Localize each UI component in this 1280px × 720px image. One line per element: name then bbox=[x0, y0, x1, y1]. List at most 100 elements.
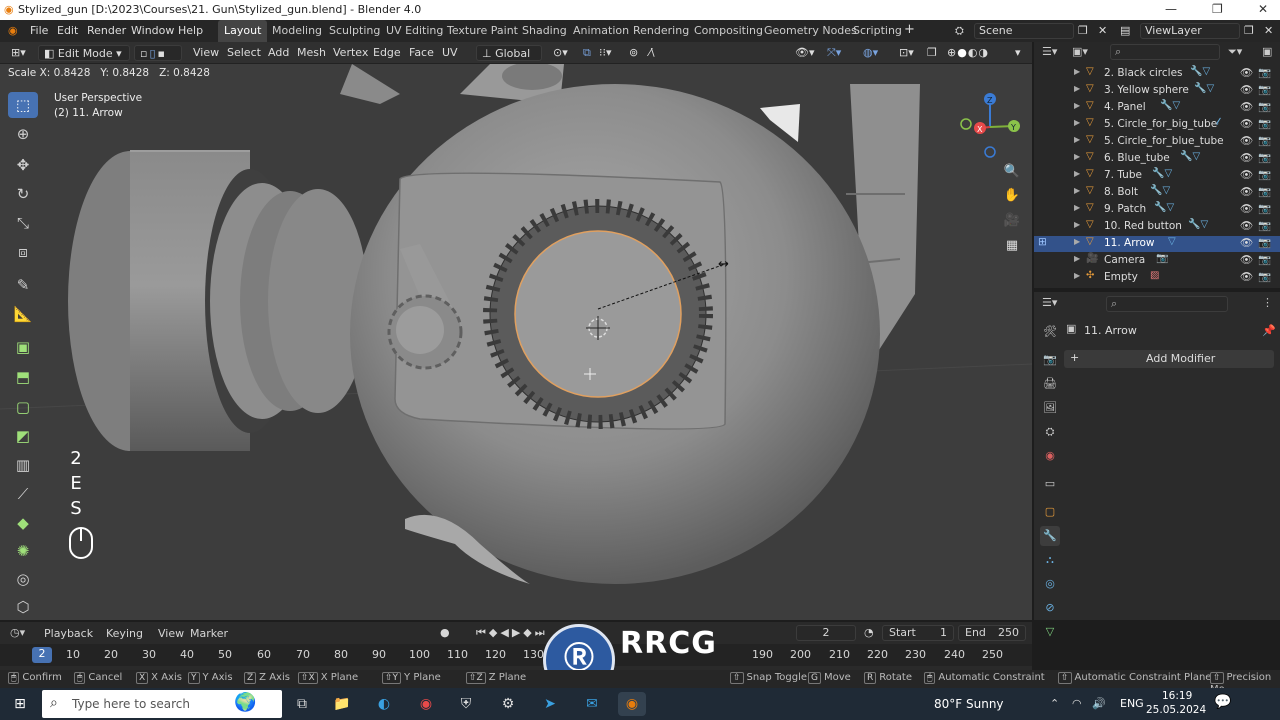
outliner-row[interactable]: ▶ ▽ 9. Patch 🔧▽ 👁 📷 bbox=[1034, 202, 1280, 218]
render-icon[interactable]: 📷 bbox=[1258, 117, 1271, 130]
zoom-icon[interactable]: 🔍 bbox=[1000, 160, 1024, 184]
properties-search-input[interactable]: ⌕ bbox=[1106, 296, 1228, 312]
cursor-tool[interactable]: ⊕ bbox=[8, 121, 38, 147]
menu-select[interactable]: Select bbox=[222, 45, 266, 61]
outliner-row[interactable]: ▶ 🎥 Camera 📷 👁 📷 bbox=[1034, 253, 1280, 269]
outliner-row[interactable]: ▶ ▽ 3. Yellow sphere 🔧▽ 👁 📷 bbox=[1034, 83, 1280, 99]
eye-icon[interactable]: 👁 bbox=[1240, 219, 1253, 232]
menu-keying[interactable]: Keying bbox=[106, 627, 143, 640]
outliner-row[interactable]: ▶ ▽ 7. Tube 🔧▽ 👁 📷 bbox=[1034, 168, 1280, 184]
shading-buttons[interactable]: ⊕●◐◑ bbox=[942, 45, 994, 61]
mesh-overlay-icon[interactable]: ⊡▾ bbox=[894, 45, 919, 61]
xray-icon[interactable]: ❐ bbox=[922, 45, 942, 61]
scene-selector[interactable]: Scene bbox=[974, 23, 1074, 39]
chrome-icon[interactable]: ◉ bbox=[412, 692, 440, 716]
poly-build-tool[interactable]: ◆ bbox=[8, 510, 38, 536]
outliner-search-input[interactable]: ⌕ bbox=[1110, 44, 1220, 60]
render-icon[interactable]: 📷 bbox=[1258, 66, 1271, 79]
bevel-tool[interactable]: ◩ bbox=[8, 423, 38, 449]
overlay-icon[interactable]: ◍▾ bbox=[858, 45, 883, 61]
notification-icon[interactable]: 💬 bbox=[1214, 694, 1231, 710]
eye-icon[interactable]: 👁 bbox=[1240, 83, 1253, 96]
menu-uv[interactable]: UV bbox=[437, 45, 463, 61]
outliner-row[interactable]: ▶ ▽ 5. Circle_for_blue_tube 👁 📷 bbox=[1034, 134, 1280, 150]
display-mode-icon[interactable]: ▣▾ bbox=[1072, 45, 1088, 58]
timeline-editor-icon[interactable]: ◷▾ bbox=[10, 626, 25, 639]
tool-tab-icon[interactable]: 🛠 bbox=[1040, 322, 1060, 342]
view-layer-tab-icon[interactable]: 🖼 bbox=[1040, 398, 1060, 418]
measure-tool[interactable]: 📐 bbox=[8, 301, 38, 327]
menu-edit[interactable]: Edit bbox=[57, 24, 78, 37]
select-box-tool[interactable]: ⬚ bbox=[8, 92, 38, 118]
menu-window[interactable]: Window bbox=[131, 24, 174, 37]
menu-playback[interactable]: Playback bbox=[44, 627, 93, 640]
outliner-row[interactable]: ▶ ▽ 2. Black circles 🔧▽ 👁 📷 bbox=[1034, 66, 1280, 82]
tab-animation[interactable]: Animation bbox=[567, 20, 635, 42]
tab-scripting[interactable]: Scripting bbox=[847, 20, 908, 42]
record-icon[interactable]: ● bbox=[440, 626, 450, 639]
edit-mode-icon[interactable]: ⊞ bbox=[1038, 236, 1047, 248]
add-modifier-button[interactable]: + Add Modifier bbox=[1064, 350, 1274, 368]
tab-uv-editing[interactable]: UV Editing bbox=[380, 20, 449, 42]
end-frame-field[interactable]: End 250 bbox=[958, 625, 1026, 641]
eye-icon[interactable]: 👁 bbox=[1240, 185, 1253, 198]
tab-texture-paint[interactable]: Texture Paint bbox=[441, 20, 524, 42]
start-frame-field[interactable]: Start 1 bbox=[882, 625, 954, 641]
smooth-tool[interactable]: ◎ bbox=[8, 566, 38, 592]
constraints-tab-icon[interactable]: ⊘ bbox=[1040, 598, 1060, 618]
outliner-row[interactable]: ▶ ▽ 5. Circle_for_big_tube 𝓁 👁 📷 bbox=[1034, 117, 1280, 133]
render-icon[interactable]: 📷 bbox=[1258, 168, 1271, 181]
tab-sculpting[interactable]: Sculpting bbox=[323, 20, 386, 42]
menu-render[interactable]: Render bbox=[87, 24, 126, 37]
visibility-icon[interactable]: 👁▾ bbox=[790, 45, 820, 61]
ortho-grid-icon[interactable]: ▦ bbox=[1000, 234, 1024, 258]
knife-tool[interactable]: ⟋ bbox=[8, 481, 38, 507]
shrink-fatten-tool[interactable]: ⬡ bbox=[8, 594, 38, 620]
delete-scene-icon[interactable]: ✕ bbox=[1098, 24, 1107, 37]
eye-icon[interactable]: 👁 bbox=[1240, 100, 1253, 113]
outliner-row-selected[interactable]: ⊞ ▶ ▽ 11. Arrow ▽ 👁 📷 bbox=[1034, 236, 1280, 252]
stopwatch-icon[interactable]: ◔ bbox=[864, 626, 874, 639]
render-tab-icon[interactable]: 📷 bbox=[1040, 350, 1060, 370]
extrude-tool[interactable]: ⬒ bbox=[8, 364, 38, 390]
annotate-tool[interactable]: ✎ bbox=[8, 272, 38, 298]
add-workspace-icon[interactable]: + bbox=[904, 22, 915, 37]
render-icon[interactable]: 📷 bbox=[1258, 236, 1271, 249]
spin-tool[interactable]: ✺ bbox=[8, 538, 38, 564]
windows-start-icon[interactable]: ⊞ bbox=[6, 692, 34, 716]
menu-face[interactable]: Face bbox=[404, 45, 439, 61]
selected-edge-loop[interactable] bbox=[514, 230, 682, 398]
render-icon[interactable]: 📷 bbox=[1258, 270, 1271, 283]
render-icon[interactable]: 📷 bbox=[1258, 202, 1271, 215]
task-view-icon[interactable]: ⧉ bbox=[288, 692, 316, 716]
select-mode-buttons[interactable]: ▫▯▪ bbox=[134, 45, 182, 61]
playhead[interactable]: 2 bbox=[32, 647, 52, 663]
scale-tool[interactable]: ⤡ bbox=[8, 210, 38, 236]
menu-marker[interactable]: Marker bbox=[190, 627, 228, 640]
render-icon[interactable]: 📷 bbox=[1258, 83, 1271, 96]
current-frame-field[interactable]: 2 bbox=[796, 625, 856, 641]
volume-icon[interactable]: 🔊 bbox=[1092, 697, 1106, 710]
pan-hand-icon[interactable]: ✋ bbox=[1000, 184, 1024, 208]
render-icon[interactable]: 📷 bbox=[1258, 219, 1271, 232]
scene-render[interactable]: ↔ Z Y X bbox=[0, 64, 1032, 620]
telegram-icon[interactable]: ➤ bbox=[536, 692, 564, 716]
minimize-icon[interactable]: — bbox=[1165, 2, 1177, 16]
shading-options-icon[interactable]: ▾ bbox=[1010, 45, 1026, 61]
clock-time[interactable]: 16:19 bbox=[1162, 690, 1192, 702]
output-tab-icon[interactable]: 🖨 bbox=[1040, 374, 1060, 394]
menu-help[interactable]: Help bbox=[178, 24, 203, 37]
blender-taskbar-icon[interactable]: ◉ bbox=[618, 692, 646, 716]
data-tab-icon[interactable]: ▽ bbox=[1040, 622, 1060, 642]
maximize-icon[interactable]: ❐ bbox=[1212, 2, 1223, 16]
menu-mesh[interactable]: Mesh bbox=[292, 45, 331, 61]
eye-icon[interactable]: 👁 bbox=[1240, 270, 1253, 283]
tray-chevron-icon[interactable]: ⌃ bbox=[1050, 697, 1059, 710]
clock-date[interactable]: 25.05.2024 bbox=[1146, 704, 1206, 716]
options-icon[interactable]: ⋮ bbox=[1262, 296, 1273, 309]
scene-tab-icon[interactable]: ⛭ bbox=[1040, 422, 1060, 442]
eye-icon[interactable]: 👁 bbox=[1240, 66, 1253, 79]
file-explorer-icon[interactable]: 📁 bbox=[328, 692, 356, 716]
menu-edge[interactable]: Edge bbox=[368, 45, 406, 61]
tab-compositing[interactable]: Compositing bbox=[688, 20, 769, 42]
